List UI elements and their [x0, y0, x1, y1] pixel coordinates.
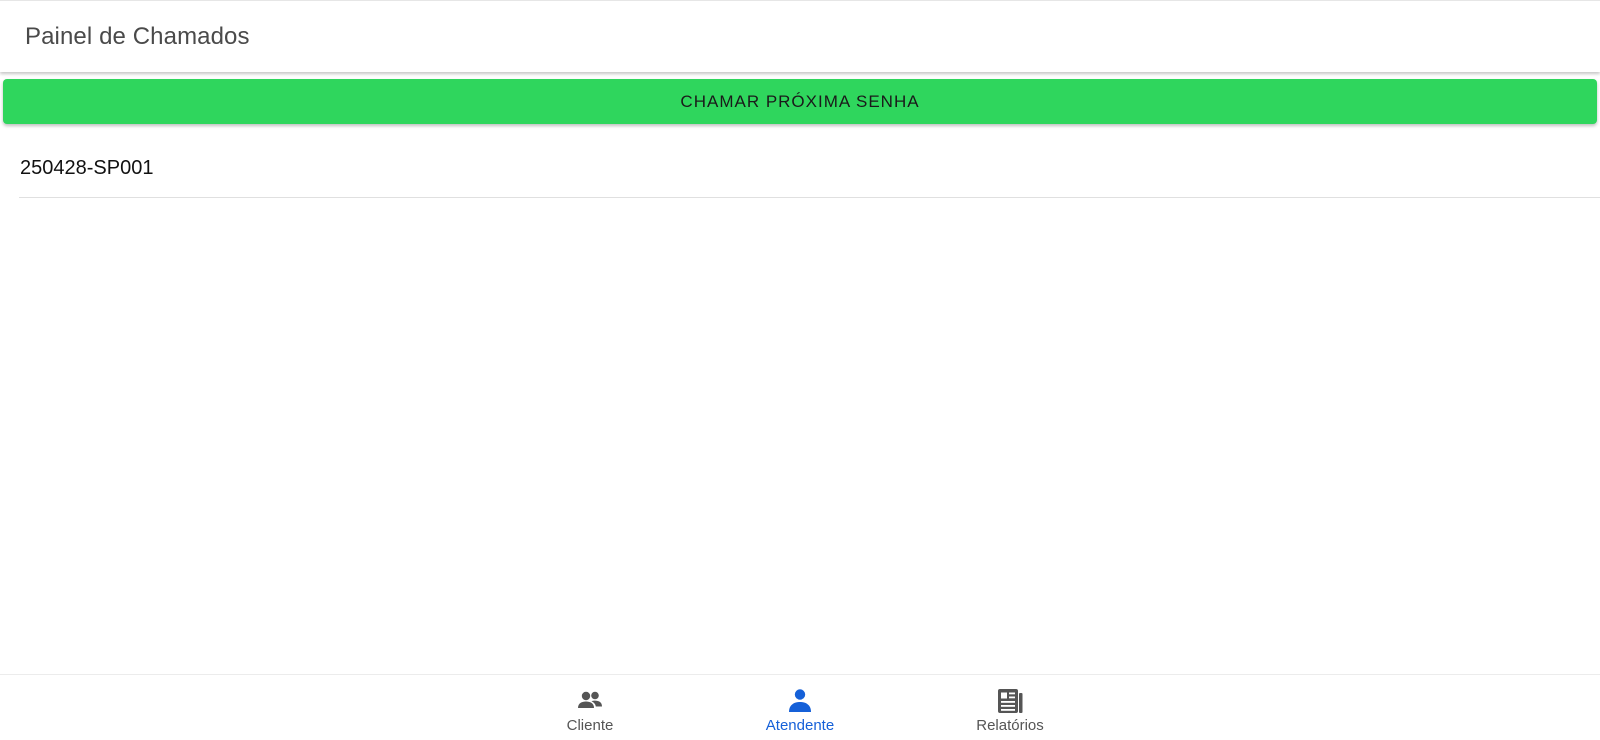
nav-item-relatorios[interactable]: Relatórios	[940, 675, 1080, 740]
nav-item-atendente[interactable]: Atendente	[730, 675, 870, 740]
page-title: Painel de Chamados	[25, 23, 250, 50]
list-item[interactable]: 250428-SP001	[19, 140, 1600, 198]
app-header: Painel de Chamados	[0, 0, 1600, 72]
person-icon	[786, 687, 814, 715]
nav-item-cliente[interactable]: Cliente	[520, 675, 660, 740]
app-root: Painel de Chamados CHAMAR PRÓXIMA SENHA …	[0, 0, 1600, 740]
nav-label-relatorios: Relatórios	[976, 717, 1044, 734]
ticket-code: 250428-SP001	[20, 157, 154, 179]
nav-label-atendente: Atendente	[765, 717, 835, 734]
ticket-list: 250428-SP001	[19, 140, 1600, 198]
people-icon	[576, 687, 604, 715]
bottom-navigation: Cliente Atendente Relatórios	[0, 674, 1600, 740]
call-next-ticket-button[interactable]: CHAMAR PRÓXIMA SENHA	[3, 79, 1597, 124]
report-icon	[996, 687, 1024, 715]
nav-label-cliente: Cliente	[566, 717, 614, 734]
